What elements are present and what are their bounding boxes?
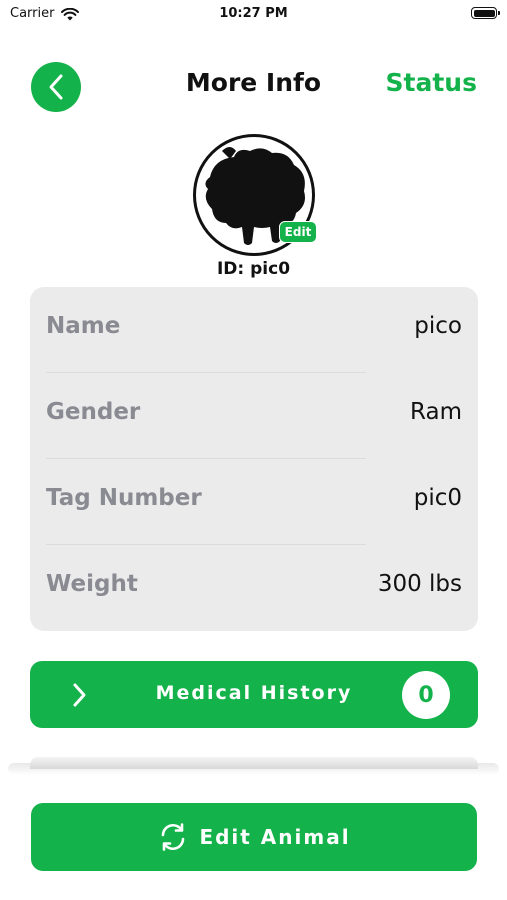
info-value: pic0 bbox=[413, 485, 462, 511]
medical-history-count: 0 bbox=[402, 671, 450, 719]
animal-id: ID: pic0 bbox=[216, 259, 291, 279]
edit-animal-label: Edit Animal bbox=[199, 825, 351, 849]
status-bar: Carrier 10:27 PM bbox=[0, 0, 507, 28]
info-label: Gender bbox=[46, 399, 141, 425]
edit-animal-button[interactable]: Edit Animal bbox=[31, 803, 477, 871]
info-row-gender: Gender Ram bbox=[30, 373, 478, 459]
medical-history-button[interactable]: Medical History 0 bbox=[30, 661, 478, 728]
info-card: Name pico Gender Ram Tag Number pic0 Wei… bbox=[30, 287, 478, 631]
status-link[interactable]: Status bbox=[386, 68, 477, 97]
clock: 10:27 PM bbox=[219, 6, 288, 21]
info-label: Name bbox=[46, 313, 121, 339]
info-value: Ram bbox=[410, 399, 462, 425]
collapsed-panel bbox=[30, 757, 478, 769]
refresh-icon bbox=[162, 823, 185, 851]
info-value: 300 lbs bbox=[377, 571, 462, 597]
info-row-tag-number: Tag Number pic0 bbox=[30, 459, 478, 545]
info-label: Weight bbox=[46, 571, 138, 597]
info-label: Tag Number bbox=[46, 485, 202, 511]
info-value: pico bbox=[414, 313, 462, 339]
info-row-weight: Weight 300 lbs bbox=[30, 545, 478, 631]
edit-photo-badge[interactable]: Edit bbox=[279, 221, 317, 243]
info-row-name: Name pico bbox=[30, 287, 478, 373]
battery-icon bbox=[471, 7, 500, 19]
